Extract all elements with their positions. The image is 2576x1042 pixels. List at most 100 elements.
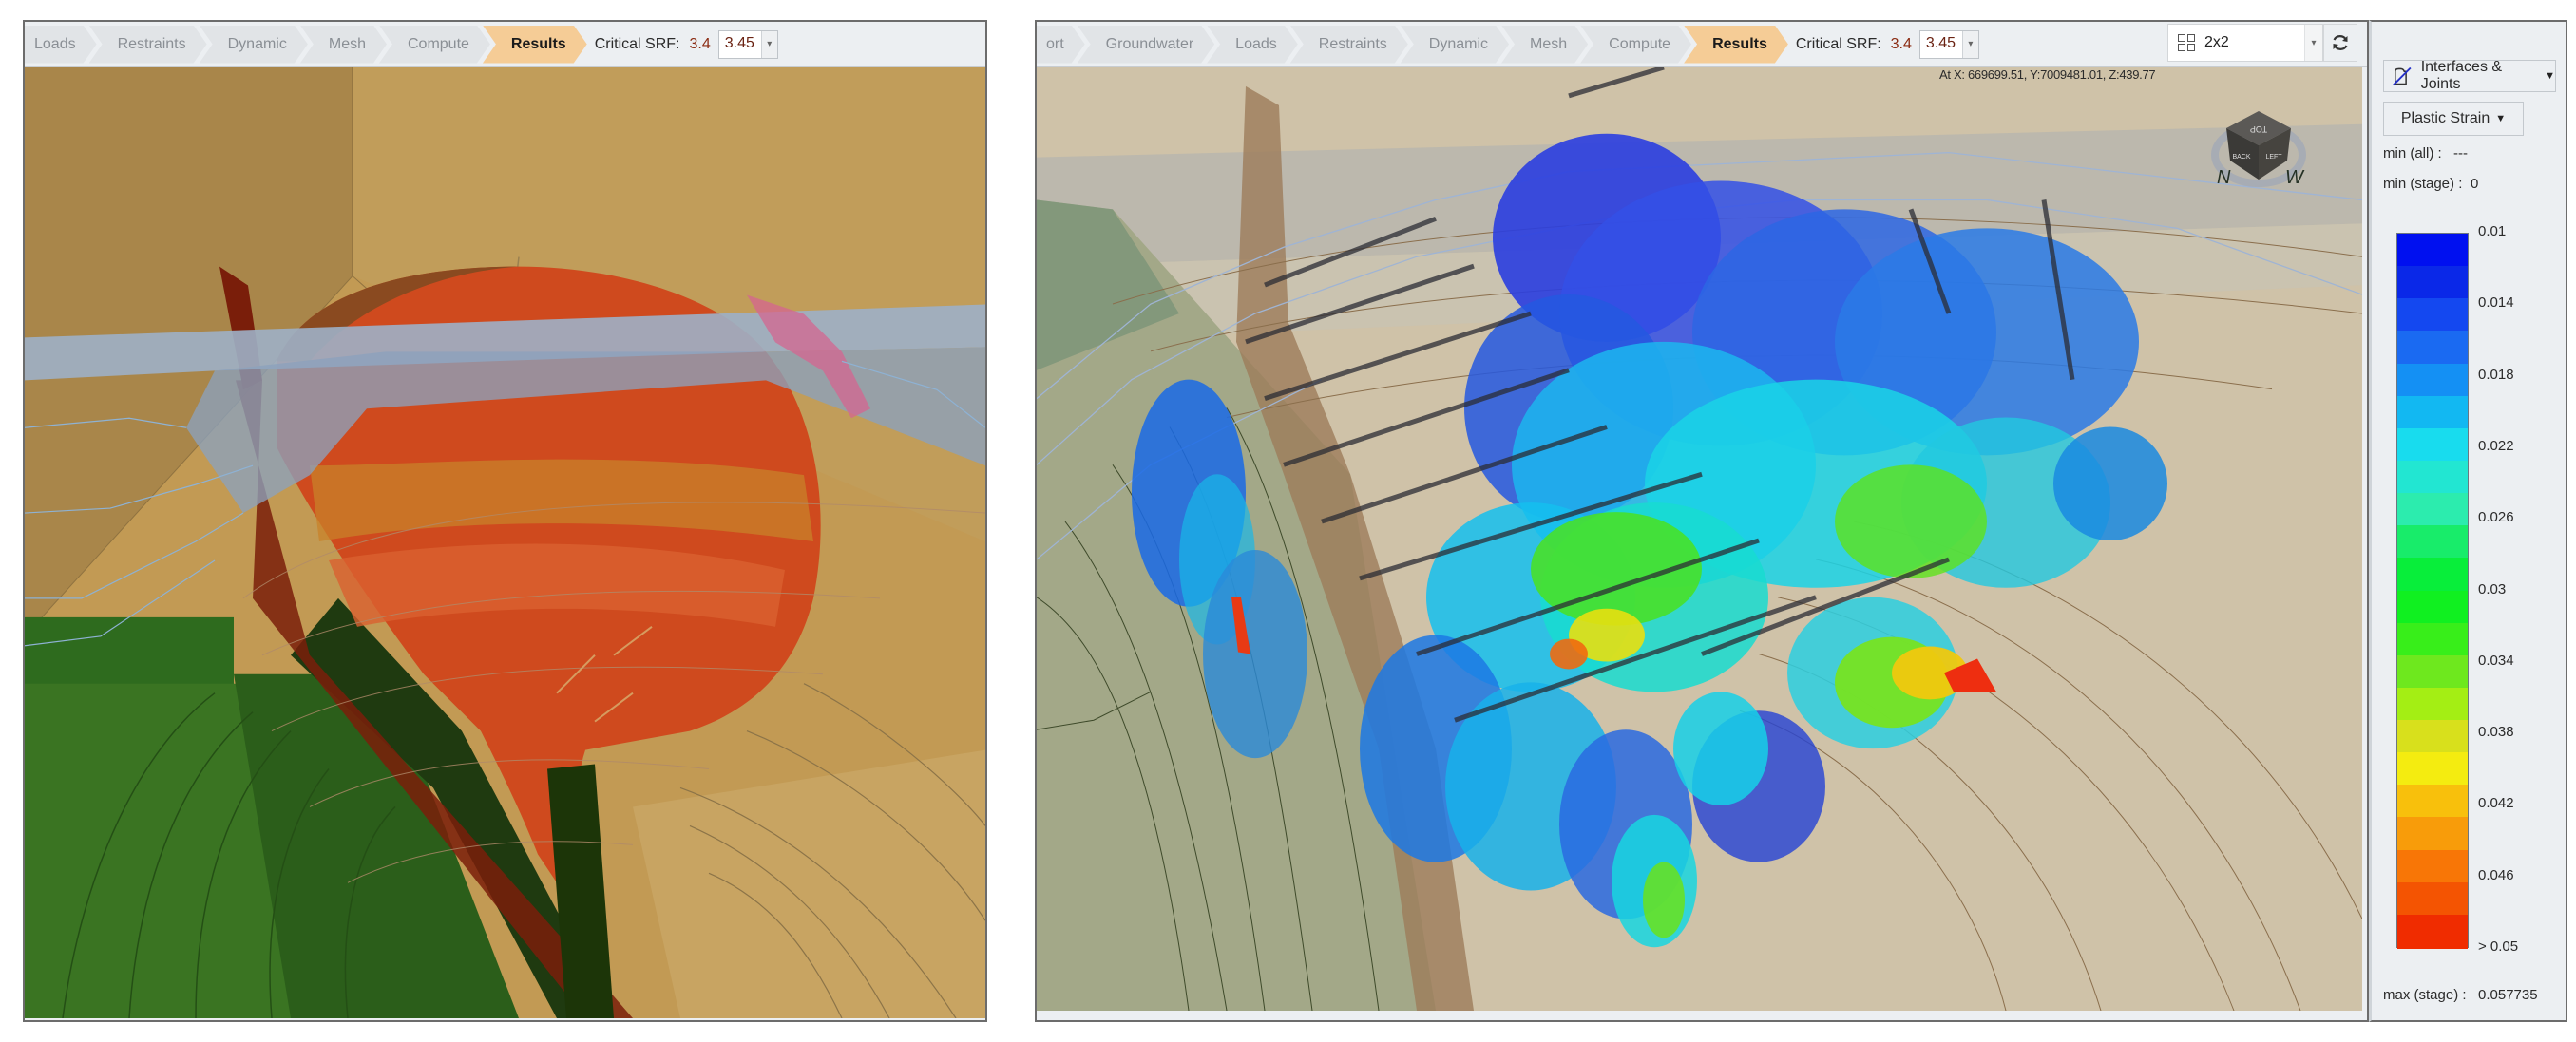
critical-srf-label: Critical SRF: xyxy=(594,35,680,52)
color-legend-bar xyxy=(2396,233,2469,950)
workflow-bar: ort Groundwater Loads Restraints Dynamic… xyxy=(1037,22,2367,67)
legend-color-band xyxy=(2397,654,2468,691)
workflow-step-restraints[interactable]: Restraints xyxy=(1290,26,1408,64)
chevron-down-icon[interactable]: ▾ xyxy=(1961,30,1978,58)
legend-color-band xyxy=(2397,817,2468,852)
chevron-down-icon[interactable]: ▾ xyxy=(2304,25,2322,61)
coordinate-readout: At X: 669699.51, Y:7009481.01, Z:439.77 xyxy=(1939,67,2156,82)
legend-tick-label: 0.038 xyxy=(2478,724,2514,741)
legend-color-band xyxy=(2397,234,2468,269)
min-all-label: min (all) : xyxy=(2383,145,2442,161)
result-type-label: Plastic Strain xyxy=(2400,110,2490,126)
step-label: Mesh xyxy=(328,35,366,52)
step-label: Loads xyxy=(34,35,76,52)
workflow-step-loads[interactable]: Loads xyxy=(23,26,97,64)
caret-down-icon: ▼ xyxy=(2545,70,2555,82)
view-cube-left-label: LEFT xyxy=(2265,154,2282,161)
workflow-step-mesh[interactable]: Mesh xyxy=(300,26,387,64)
critical-srf-label: Critical SRF: xyxy=(1795,35,1881,52)
model-viewport-right[interactable]: TOP BACK LEFT N W xyxy=(1037,67,2362,1011)
step-label: ort xyxy=(1046,35,1064,52)
step-label: Results xyxy=(510,35,566,52)
legend-tick-label: 0.03 xyxy=(2478,580,2507,597)
right-viewport-panel: ort Groundwater Loads Restraints Dynamic… xyxy=(1035,20,2369,1022)
view-cube[interactable]: TOP BACK LEFT N W xyxy=(2205,102,2310,197)
legend-color-band xyxy=(2397,849,2468,884)
view-cube-back-label: BACK xyxy=(2232,154,2250,161)
legend-tick-label: 0.042 xyxy=(2478,795,2514,812)
workflow-step-restraints[interactable]: Restraints xyxy=(89,26,207,64)
compass-north-label: N xyxy=(2217,167,2231,188)
model-viewport-left[interactable] xyxy=(25,67,985,1018)
max-stage-label: max (stage) : xyxy=(2383,987,2467,1003)
srf-selected-value: 3.45 xyxy=(724,34,754,51)
legend-tick-label: > 0.05 xyxy=(2478,938,2519,955)
legend-color-band xyxy=(2397,590,2468,625)
step-label: Compute xyxy=(1609,35,1671,52)
left-3d-scene xyxy=(25,67,985,1018)
workflow-step-results[interactable]: Results xyxy=(483,26,587,64)
workflow-step-compute[interactable]: Compute xyxy=(1580,26,1691,64)
workflow-step-groundwater[interactable]: Groundwater xyxy=(1078,26,1215,64)
workflow-step-dynamic[interactable]: Dynamic xyxy=(1401,26,1509,64)
legend-color-band xyxy=(2397,266,2468,301)
workflow-step-results[interactable]: Results xyxy=(1684,26,1788,64)
legend-color-band xyxy=(2397,331,2468,366)
workflow-step-dynamic[interactable]: Dynamic xyxy=(200,26,308,64)
step-label: Restraints xyxy=(117,35,186,52)
legend-tick-label: 0.014 xyxy=(2478,294,2514,312)
legend-color-band xyxy=(2397,881,2468,918)
grid-layout-icon xyxy=(2178,34,2195,51)
max-stage-value: 0.057735 xyxy=(2478,987,2538,1003)
srf-dropdown[interactable]: 3.45 ▾ xyxy=(717,29,778,59)
right-3d-scene xyxy=(1037,67,2362,1011)
result-type-dropdown[interactable]: Plastic Strain ▼ xyxy=(2383,102,2524,136)
legend-color-band xyxy=(2397,558,2468,593)
legend-color-band xyxy=(2397,298,2468,333)
legend-tick-label: 0.01 xyxy=(2478,223,2507,239)
legend-color-band xyxy=(2397,752,2468,787)
workflow-step-mesh[interactable]: Mesh xyxy=(1501,26,1588,64)
legend-color-band xyxy=(2397,460,2468,496)
view-cube-top-label: TOP xyxy=(2250,124,2267,134)
legend-color-band xyxy=(2397,914,2468,950)
legend-tick-label: 0.034 xyxy=(2478,652,2514,669)
legend-tick-label: 0.018 xyxy=(2478,366,2514,383)
chevron-down-icon[interactable]: ▾ xyxy=(760,30,777,58)
legend-color-band xyxy=(2397,785,2468,820)
workflow-step-compute[interactable]: Compute xyxy=(379,26,490,64)
step-label: Results xyxy=(1712,35,1767,52)
workflow-step-support[interactable]: ort xyxy=(1035,26,1085,64)
workflow-step-loads[interactable]: Loads xyxy=(1207,26,1298,64)
min-all-value: --- xyxy=(2453,145,2468,161)
viewport-layout-dropdown[interactable]: 2x2 ▾ xyxy=(2167,24,2323,62)
refresh-icon xyxy=(2333,35,2348,50)
left-viewport-panel: Loads Restraints Dynamic Mesh Compute Re… xyxy=(23,20,987,1022)
legend-color-band xyxy=(2397,427,2468,464)
results-legend-sidebar: Interfaces & Joints ▼ Plastic Strain ▼ m… xyxy=(2369,20,2567,1022)
legend-color-band xyxy=(2397,363,2468,398)
legend-color-band xyxy=(2397,525,2468,560)
min-stage-value: 0 xyxy=(2471,176,2479,192)
layout-selected-value: 2x2 xyxy=(2204,34,2229,50)
workflow-bar: Loads Restraints Dynamic Mesh Compute Re… xyxy=(25,22,985,67)
srf-dropdown[interactable]: 3.45 ▾ xyxy=(1918,29,1979,59)
step-label: Groundwater xyxy=(1105,35,1194,52)
legend-color-band xyxy=(2397,720,2468,755)
legend-color-band xyxy=(2397,395,2468,431)
legend-tick-label: 0.026 xyxy=(2478,509,2514,526)
legend-color-band xyxy=(2397,687,2468,723)
step-label: Compute xyxy=(407,35,469,52)
critical-srf-value: 3.4 xyxy=(1890,35,1912,52)
interfaces-joints-icon xyxy=(2393,66,2412,86)
interfaces-joints-button[interactable]: Interfaces & Joints ▼ xyxy=(2383,59,2556,92)
refresh-button[interactable] xyxy=(2323,24,2357,62)
critical-srf-value: 3.4 xyxy=(689,35,711,52)
compass-west-label: W xyxy=(2285,167,2305,188)
step-label: Dynamic xyxy=(227,35,287,52)
legend-tick-label: 0.022 xyxy=(2478,437,2514,454)
min-stage-label: min (stage) : xyxy=(2383,176,2463,192)
step-label: Mesh xyxy=(1530,35,1568,52)
step-label: Dynamic xyxy=(1428,35,1489,52)
step-label: Restraints xyxy=(1318,35,1387,52)
